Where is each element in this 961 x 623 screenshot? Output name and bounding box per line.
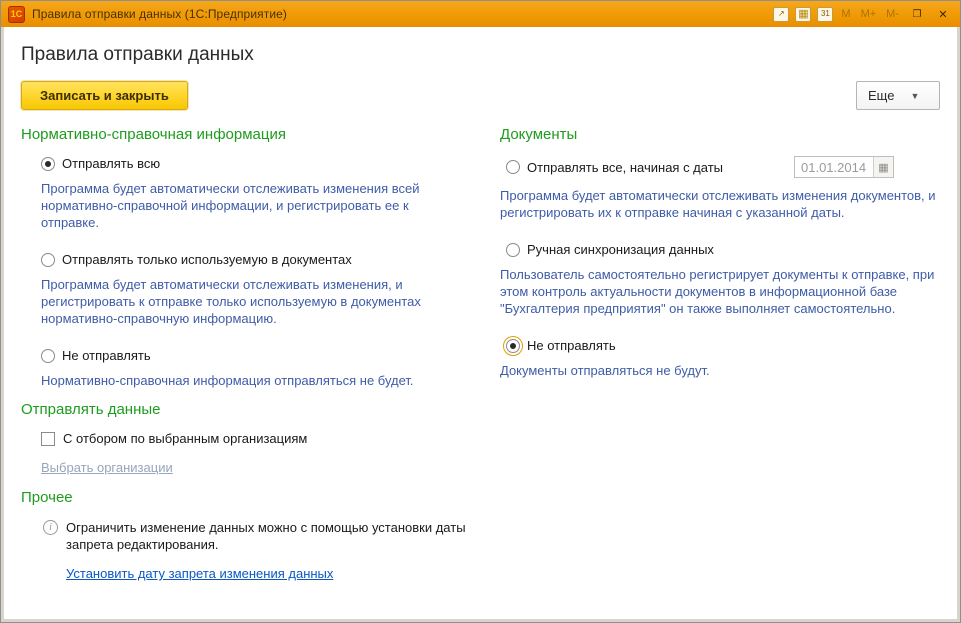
checkbox-icon[interactable] <box>41 432 55 446</box>
select-organizations-link[interactable]: Выбрать организации <box>41 460 173 475</box>
radio-nsi-do-not-send[interactable]: Не отправлять <box>41 348 500 363</box>
section-heading-send-data: Отправлять данные <box>21 401 500 418</box>
radio-docs-send-all-from-date[interactable]: Отправлять все, начиная с даты ▦ <box>506 156 894 178</box>
app-window: 1С Правила отправки данных (1С:Предприят… <box>0 0 961 623</box>
save-and-close-button[interactable]: Записать и закрыть <box>21 81 188 110</box>
radio-nsi-send-all[interactable]: Отправлять всю <box>41 156 500 171</box>
memory-button-m[interactable]: M <box>839 8 852 20</box>
window-title: Правила отправки данных (1С:Предприятие) <box>32 7 287 21</box>
date-from-field: ▦ <box>794 156 894 178</box>
radio-label: Не отправлять <box>62 348 151 363</box>
radio-description: Программа будет автоматически отслеживат… <box>500 187 940 221</box>
set-edit-ban-date-link[interactable]: Установить дату запрета изменения данных <box>66 566 333 581</box>
service-link-icon[interactable]: ↗ <box>773 7 789 22</box>
column-documents: Документы Отправлять все, начиная с даты… <box>500 126 940 583</box>
radio-description: Документы отправляться не будут. <box>500 362 940 379</box>
titlebar-controls: ↗ ▦ 31 M M+ M- ❐ ✕ <box>773 5 953 23</box>
radio-icon[interactable] <box>506 160 520 174</box>
radio-icon[interactable] <box>41 349 55 363</box>
titlebar: 1С Правила отправки данных (1С:Предприят… <box>1 1 960 27</box>
form-content: Правила отправки данных Записать и закры… <box>1 27 960 622</box>
radio-description: Программа будет автоматически отслеживат… <box>41 180 469 231</box>
columns: Нормативно-справочная информация Отправл… <box>21 126 940 583</box>
memory-button-m-plus[interactable]: M+ <box>859 8 879 20</box>
radio-nsi-send-used-only[interactable]: Отправлять только используемую в докумен… <box>41 252 500 267</box>
radio-description: Нормативно-справочная информация отправл… <box>41 372 469 389</box>
radio-label: Не отправлять <box>527 338 616 353</box>
toolbar: Записать и закрыть Еще ▼ <box>21 81 940 110</box>
calendar-picker-icon[interactable]: ▦ <box>873 157 893 177</box>
info-note: i Ограничить изменение данных можно с по… <box>43 519 500 553</box>
close-button[interactable]: ✕ <box>933 5 953 23</box>
section-heading-other: Прочее <box>21 489 500 506</box>
column-reference-info: Нормативно-справочная информация Отправл… <box>21 126 500 583</box>
more-button-label: Еще <box>868 88 894 103</box>
maximize-button[interactable]: ❐ <box>907 5 927 23</box>
checkbox-filter-by-organizations[interactable]: С отбором по выбранным организациям <box>41 431 500 446</box>
radio-description: Программа будет автоматически отслеживат… <box>41 276 469 327</box>
radio-label: Отправлять только используемую в докумен… <box>62 252 352 267</box>
info-note-text: Ограничить изменение данных можно с помо… <box>66 519 500 553</box>
radio-docs-manual-sync[interactable]: Ручная синхронизация данных <box>506 242 940 257</box>
chevron-down-icon: ▼ <box>910 91 919 101</box>
radio-icon[interactable] <box>506 243 520 257</box>
radio-icon[interactable] <box>41 157 55 171</box>
section-heading-nsi: Нормативно-справочная информация <box>21 126 500 143</box>
memory-button-m-minus[interactable]: M- <box>884 8 901 20</box>
radio-label: Отправлять всю <box>62 156 160 171</box>
checkbox-label: С отбором по выбранным организациям <box>63 431 307 446</box>
date-from-input[interactable] <box>795 157 873 177</box>
radio-description: Пользователь самостоятельно регистрирует… <box>500 266 940 317</box>
radio-label: Отправлять все, начиная с даты <box>527 160 723 175</box>
app-logo-icon: 1С <box>8 6 25 23</box>
radio-label: Ручная синхронизация данных <box>527 242 714 257</box>
section-heading-documents: Документы <box>500 126 940 143</box>
service-calendar-icon[interactable]: 31 <box>817 7 833 22</box>
service-table-icon[interactable]: ▦ <box>795 7 811 22</box>
radio-docs-do-not-send[interactable]: Не отправлять <box>506 338 940 353</box>
page-title: Правила отправки данных <box>21 44 940 66</box>
radio-icon[interactable] <box>506 339 520 353</box>
more-button[interactable]: Еще ▼ <box>856 81 940 110</box>
radio-icon[interactable] <box>41 253 55 267</box>
info-icon: i <box>43 520 58 535</box>
